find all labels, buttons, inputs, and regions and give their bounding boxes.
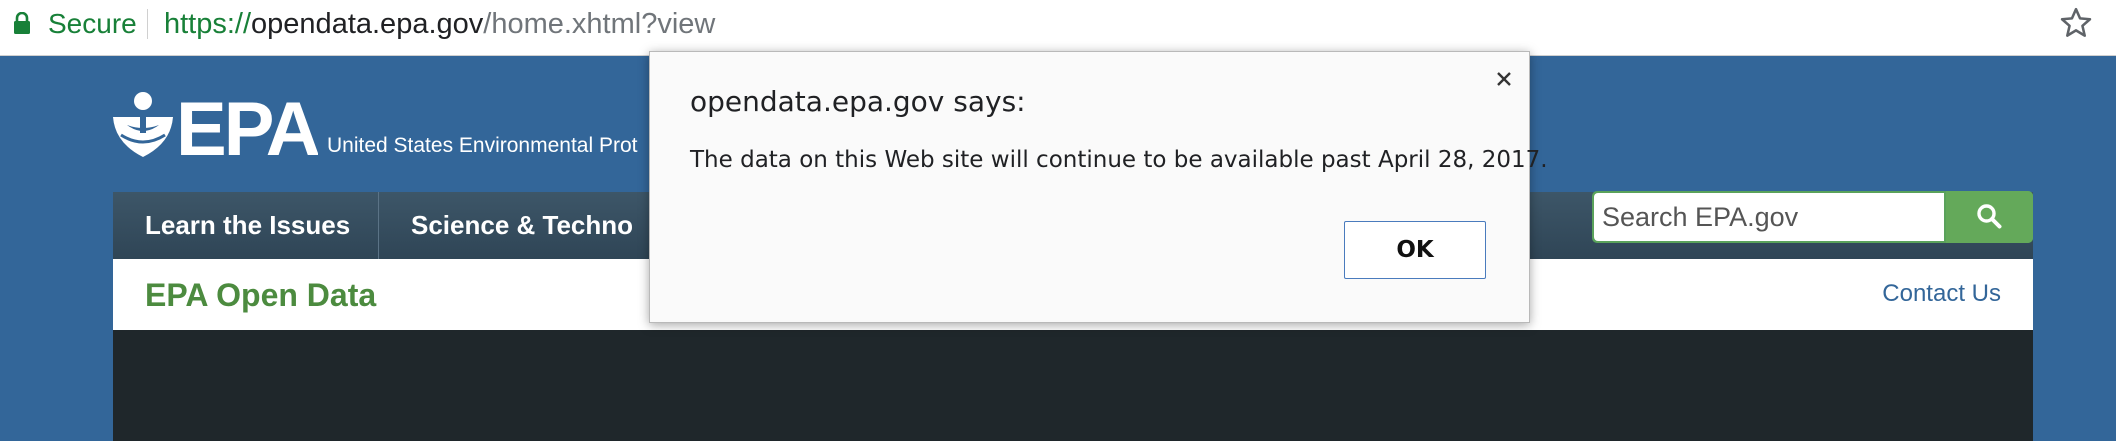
contact-us-link[interactable]: Contact Us <box>1882 279 2001 309</box>
nav-item-learn-the-issues[interactable]: Learn the Issues <box>113 192 379 259</box>
search-box <box>1592 191 2033 243</box>
page-title[interactable]: EPA Open Data <box>145 275 376 315</box>
url-field[interactable]: https://opendata.epa.gov/home.xhtml?view <box>164 6 715 42</box>
ok-button[interactable]: OK <box>1344 221 1486 279</box>
secure-label[interactable]: Secure <box>48 6 137 42</box>
dialog-title: opendata.epa.gov says: <box>690 85 1026 118</box>
url-path: /home.xhtml?view <box>483 8 716 40</box>
epa-logo-text: EPA <box>176 91 318 159</box>
address-bar-divider <box>147 9 148 39</box>
lock-icon[interactable] <box>14 11 30 34</box>
url-scheme: https:// <box>164 8 252 40</box>
search-input[interactable] <box>1594 193 1944 241</box>
close-icon <box>1497 72 1511 86</box>
alert-dialog: opendata.epa.gov says: The data on this … <box>649 51 1548 323</box>
close-button[interactable] <box>1491 66 1517 92</box>
browser-address-bar: Secure https://opendata.epa.gov/home.xht… <box>0 0 2116 56</box>
agency-name: United States Environmental Prot <box>327 134 638 157</box>
search-button[interactable] <box>1946 191 2033 243</box>
url-host: opendata.epa.gov <box>251 8 484 40</box>
dialog-message: The data on this Web site will continue … <box>690 147 1548 173</box>
hero-panel <box>113 330 2033 441</box>
epa-logo[interactable]: EPA <box>113 87 322 172</box>
search-icon <box>1977 204 2002 229</box>
star-icon[interactable] <box>2058 5 2094 41</box>
